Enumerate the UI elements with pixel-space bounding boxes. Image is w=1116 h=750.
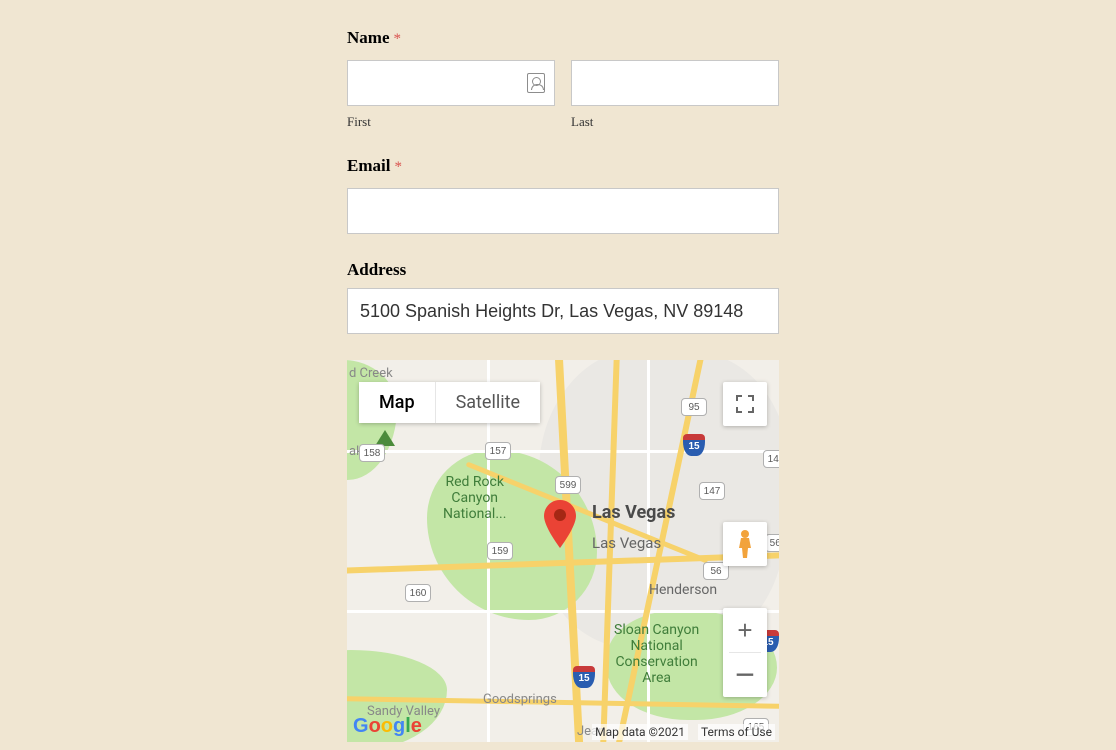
name-field-group: Name * First Last — [347, 28, 779, 130]
route-shield: 160 — [405, 584, 431, 602]
map-type-control: Map Satellite — [359, 382, 540, 423]
first-name-input[interactable] — [347, 60, 555, 106]
map-zoom-in-button[interactable]: + — [723, 608, 767, 652]
map-embed[interactable]: d Creek ak Las Vegas Las Vegas Henderson… — [347, 360, 779, 742]
map-edge-label: ak — [349, 444, 363, 459]
email-required-marker: * — [394, 159, 402, 175]
email-input[interactable] — [347, 188, 779, 234]
last-name-sublabel: Last — [571, 114, 779, 130]
map-attribution: Map data ©2021 — [592, 724, 688, 740]
map-zoom-out-button[interactable]: − — [723, 653, 767, 697]
map-highway — [347, 696, 779, 709]
first-name-sublabel: First — [347, 114, 555, 130]
google-logo[interactable]: Google — [353, 715, 422, 738]
route-shield: 159 — [487, 542, 513, 560]
route-shield: 157 — [485, 442, 511, 460]
map-type-satellite-button[interactable]: Satellite — [436, 382, 540, 423]
fullscreen-icon — [736, 395, 754, 413]
email-field-group: Email * — [347, 156, 779, 234]
map-edge-label: d Creek — [349, 366, 393, 381]
map-town-goodsprings: Goodsprings — [483, 692, 557, 707]
form-container: Name * First Last Email * Address — [347, 28, 779, 742]
map-zoom-control: + − — [723, 608, 767, 697]
map-marker-icon[interactable] — [543, 500, 577, 548]
name-required-marker: * — [393, 31, 401, 47]
map-terms-link[interactable]: Terms of Use — [698, 724, 775, 740]
route-shield: 158 — [359, 444, 385, 462]
park-marker-icon — [375, 430, 395, 446]
map-type-map-button[interactable]: Map — [359, 382, 436, 423]
map-fullscreen-button[interactable] — [723, 382, 767, 426]
email-label: Email — [347, 156, 390, 175]
map-footer: Map data ©2021 Terms of Use — [592, 724, 775, 740]
address-field-group: Address — [347, 260, 779, 334]
name-label: Name — [347, 28, 389, 47]
pegman-icon — [733, 528, 757, 560]
contact-autofill-icon[interactable] — [527, 73, 545, 93]
map-park-label-redrock: Red Rock Canyon National... — [443, 474, 506, 522]
address-label: Address — [347, 260, 779, 280]
interstate-shield: 15 — [573, 666, 595, 688]
map-streetview-button[interactable] — [723, 522, 767, 566]
last-name-input[interactable] — [571, 60, 779, 106]
address-input[interactable] — [347, 288, 779, 334]
